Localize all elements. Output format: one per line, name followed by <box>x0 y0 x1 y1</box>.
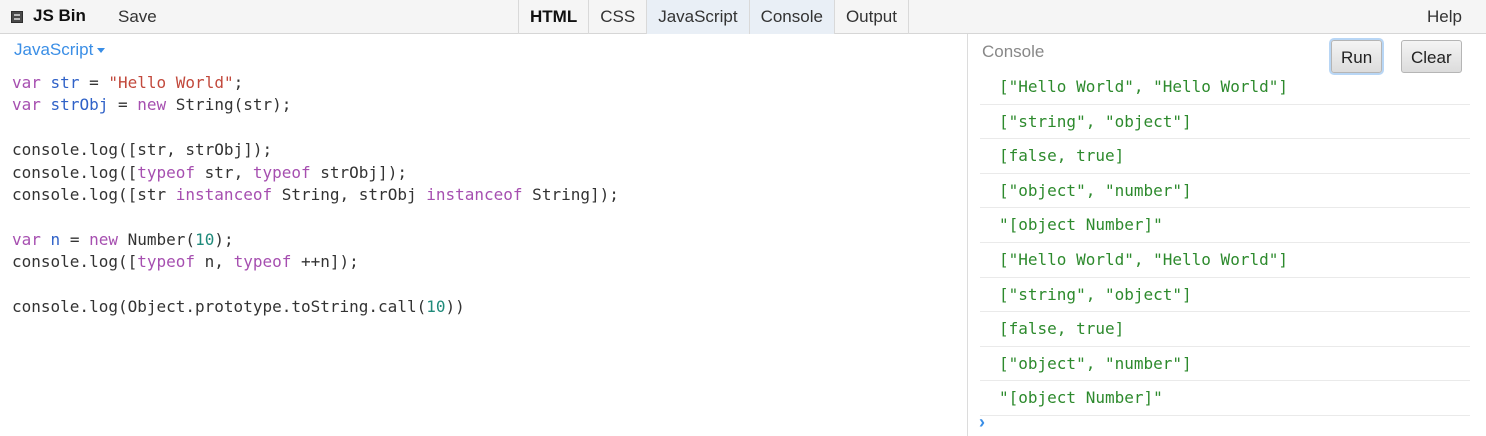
console-log-entry: [false, true] <box>980 312 1470 347</box>
console-log-entry: [false, true] <box>980 139 1470 174</box>
console-log-entry: ["string", "object"] <box>980 278 1470 313</box>
javascript-editor[interactable]: JavaScript var str = "Hello World"; var s… <box>0 34 967 436</box>
console-log-entry: ["string", "object"] <box>980 105 1470 140</box>
panel-tabs: HTML CSS JavaScript Console Output <box>518 0 909 34</box>
tab-output[interactable]: Output <box>835 0 909 34</box>
code-line[interactable]: console.log([str, strObj]); <box>12 139 619 161</box>
console-panel: Console Run Clear ["Hello World", "Hello… <box>967 34 1486 436</box>
console-log-entry: "[object Number]" <box>980 208 1470 243</box>
code-line[interactable]: console.log([typeof n, typeof ++n]); <box>12 251 619 273</box>
code-line[interactable]: var str = "Hello World"; <box>12 72 619 94</box>
tab-css[interactable]: CSS <box>589 0 648 34</box>
console-log-entry: ["object", "number"] <box>980 174 1470 209</box>
console-prompt-icon[interactable]: › <box>979 412 985 433</box>
code-line[interactable] <box>12 274 619 296</box>
language-selector[interactable]: JavaScript <box>14 40 106 60</box>
clear-button[interactable]: Clear <box>1401 40 1462 73</box>
app-title[interactable]: JS Bin <box>33 6 86 26</box>
code-line[interactable]: console.log(Object.prototype.toString.ca… <box>12 296 619 318</box>
console-log-entry: ["Hello World", "Hello World"] <box>980 243 1470 278</box>
console-output: ["Hello World", "Hello World"] ["string",… <box>980 70 1470 416</box>
chevron-down-icon <box>97 48 106 54</box>
console-title: Console <box>982 42 1045 61</box>
language-label: JavaScript <box>14 40 94 59</box>
console-log-entry: "[object Number]" <box>980 381 1470 416</box>
tab-console[interactable]: Console <box>749 0 835 34</box>
tab-javascript[interactable]: JavaScript <box>647 0 750 34</box>
console-log-entry: ["Hello World", "Hello World"] <box>980 70 1470 105</box>
help-menu[interactable]: Help <box>1427 7 1462 27</box>
code-area[interactable]: var str = "Hello World"; var strObj = new… <box>12 72 619 318</box>
console-log-entry: ["object", "number"] <box>980 347 1470 382</box>
save-button[interactable]: Save <box>118 7 157 27</box>
code-line[interactable]: console.log([typeof str, typeof strObj])… <box>12 162 619 184</box>
run-button[interactable]: Run <box>1331 40 1383 73</box>
code-line[interactable] <box>12 117 619 139</box>
code-line[interactable]: var strObj = new String(str); <box>12 94 619 116</box>
code-line[interactable]: console.log([str instanceof String, strO… <box>12 184 619 206</box>
code-line[interactable] <box>12 206 619 228</box>
top-bar: JS Bin Save HTML CSS JavaScript Console … <box>0 0 1486 34</box>
code-line[interactable]: var n = new Number(10); <box>12 229 619 251</box>
tab-html[interactable]: HTML <box>519 0 590 34</box>
jsbin-logo-icon <box>11 11 23 23</box>
